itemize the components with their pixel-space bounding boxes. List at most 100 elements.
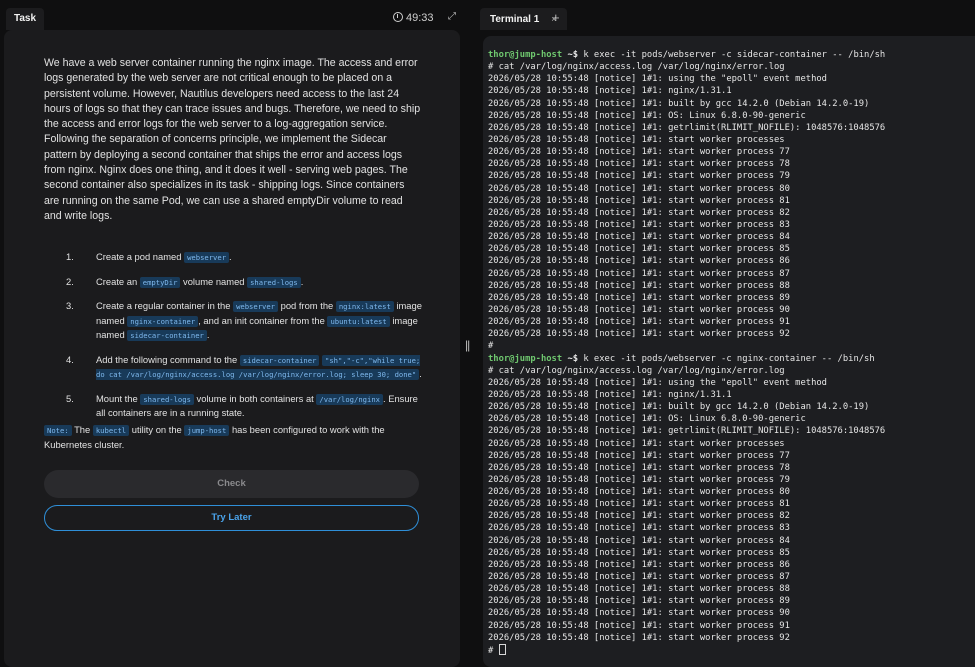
inline-code: emptyDir [139,276,181,288]
inline-code: ubuntu:latest [327,315,390,327]
terminal-line: 2026/05/28 10:55:48 [notice] 1#1: start … [488,183,790,194]
step-number: 5. [66,392,74,404]
inline-code: shared-logs [247,276,301,288]
terminal-line: 2026/05/28 10:55:48 [notice] 1#1: start … [488,134,785,145]
tab-task[interactable]: Task [6,8,45,30]
terminal-line: 2026/05/28 10:55:48 [notice] 1#1: start … [488,232,790,243]
prompt-dir: ~$ [562,353,579,364]
inline-code: jump-host [184,425,230,436]
terminal-line: 2026/05/28 10:55:48 [notice] 1#1: start … [488,462,790,473]
terminal-line: 2026/05/28 10:55:48 [notice] 1#1: nginx/… [488,86,732,97]
step-number: 4. [66,353,74,365]
terminal-line: 2026/05/28 10:55:48 [notice] 1#1: start … [488,244,790,255]
task-step: 1. Create a pod named webserver. [44,250,424,265]
step-text: Add the following command to the sidecar… [96,353,422,380]
terminal-header: Terminal 1 × + [476,0,975,34]
terminal-line: 2026/05/28 10:55:48 [notice] 1#1: start … [488,632,790,643]
terminal-line: 2026/05/28 10:55:48 [notice] 1#1: built … [488,98,870,109]
check-button[interactable]: Check [44,470,419,498]
panel-resize-handle[interactable]: || [465,338,470,352]
task-note: Note: The kubectl utility on the jump-ho… [44,424,385,450]
terminal[interactable]: thor@jump-host ~$ k exec -it pods/webser… [483,36,975,667]
terminal-line: 2026/05/28 10:55:48 [notice] 1#1: start … [488,207,790,218]
inline-code: nginx:latest [335,301,394,312]
inline-code: webserver [184,252,230,263]
step-text: Create a regular container in the webser… [96,300,422,341]
terminal-line: # cat /var/log/nginx/access.log /var/log… [488,365,785,376]
terminal-line: # cat /var/log/nginx/access.log /var/log… [488,62,785,73]
terminal-line: thor@jump-host ~$ k exec -it pods/webser… [488,353,875,364]
step-number: 3. [66,300,74,311]
inline-code: webserver [233,301,279,312]
terminal-line: 2026/05/28 10:55:48 [notice] 1#1: getrli… [488,426,886,437]
terminal-line: 2026/05/28 10:55:48 [notice] 1#1: nginx/… [488,389,732,400]
terminal-line: 2026/05/28 10:55:48 [notice] 1#1: OS: Li… [488,110,806,121]
terminal-line: 2026/05/28 10:55:48 [notice] 1#1: start … [488,584,790,595]
terminal-line: 2026/05/28 10:55:48 [notice] 1#1: start … [488,547,790,558]
task-description: We have a web server container running t… [44,57,421,222]
terminal-line: 2026/05/28 10:55:48 [notice] 1#1: start … [488,317,790,328]
terminal-line: 2026/05/28 10:55:48 [notice] 1#1: start … [488,438,785,449]
inline-code: sidecar-container [239,354,320,366]
task-header: Task 49:33 ⤢ [0,0,470,34]
terminal-line: 2026/05/28 10:55:48 [notice] 1#1: start … [488,450,790,461]
terminal-line: 2026/05/28 10:55:48 [notice] 1#1: OS: Li… [488,414,806,425]
terminal-line: 2026/05/28 10:55:48 [notice] 1#1: start … [488,620,790,631]
terminal-line: # [488,341,494,352]
task-step: 4. Add the following command to the sidec… [44,353,424,382]
terminal-line: 2026/05/28 10:55:48 [notice] 1#1: start … [488,474,790,485]
terminal-line: 2026/05/28 10:55:48 [notice] 1#1: start … [488,523,790,534]
terminal-line: 2026/05/28 10:55:48 [notice] 1#1: start … [488,535,790,546]
terminal-line: 2026/05/28 10:55:48 [notice] 1#1: using … [488,74,827,85]
terminal-line: 2026/05/28 10:55:48 [notice] 1#1: start … [488,268,790,279]
terminal-line: 2026/05/28 10:55:48 [notice] 1#1: start … [488,608,790,619]
step-number: 2. [66,275,74,287]
terminal-line: 2026/05/28 10:55:48 [notice] 1#1: start … [488,487,790,498]
terminal-line: 2026/05/28 10:55:48 [notice] 1#1: start … [488,596,790,607]
terminal-line: # [488,643,885,656]
terminal-line: 2026/05/28 10:55:48 [notice] 1#1: start … [488,329,790,340]
terminal-cursor [498,643,506,655]
try-later-button[interactable]: Try Later [44,505,419,531]
terminal-line: 2026/05/28 10:55:48 [notice] 1#1: start … [488,219,790,230]
stopwatch-icon [393,12,403,22]
task-step: 5. Mount the shared-logs volume in both c… [44,392,424,420]
inline-code: sidecar-container [127,330,207,341]
terminal-line: 2026/05/28 10:55:48 [notice] 1#1: start … [488,159,790,170]
step-text: Mount the shared-logs volume in both con… [96,392,418,419]
task-panel: We have a web server container running t… [4,30,460,667]
terminal-line: 2026/05/28 10:55:48 [notice] 1#1: start … [488,572,790,583]
task-step: 3. Create a regular container in the webs… [44,299,424,343]
prompt-user: thor@jump-host [488,50,563,60]
terminal-line: 2026/05/28 10:55:48 [notice] 1#1: start … [488,559,790,570]
terminal-line: 2026/05/28 10:55:48 [notice] 1#1: start … [488,292,790,303]
expand-icon[interactable]: ⤢ [448,11,456,22]
inline-code: shared-logs [140,393,194,405]
terminal-line: 2026/05/28 10:55:48 [notice] 1#1: start … [488,147,790,158]
step-text: Create a pod named webserver. [96,251,232,263]
task-step: 2. Create an emptyDir volume named shared… [44,275,424,290]
terminal-line: 2026/05/28 10:55:48 [notice] 1#1: getrli… [488,122,886,133]
terminal-line: 2026/05/28 10:55:48 [notice] 1#1: built … [488,402,870,413]
terminal-output: thor@jump-host ~$ k exec -it pods/webser… [488,49,885,656]
terminal-line: 2026/05/28 10:55:48 [notice] 1#1: start … [488,195,790,206]
terminal-line: 2026/05/28 10:55:48 [notice] 1#1: start … [488,256,790,267]
terminal-line: 2026/05/28 10:55:48 [notice] 1#1: start … [488,511,790,522]
terminal-tab-label: Terminal 1 [490,14,540,25]
step-number: 1. [66,251,74,262]
inline-code: kubectl [92,425,130,436]
prompt-user: thor@jump-host [488,353,563,364]
note-label: Note: [44,425,72,436]
terminal-line: 2026/05/28 10:55:48 [notice] 1#1: start … [488,280,790,291]
step-text: Create an emptyDir volume named shared-l… [96,275,304,288]
inline-code: /var/log/nginx [316,393,383,405]
add-terminal-icon[interactable]: + [552,10,560,25]
terminal-line: 2026/05/28 10:55:48 [notice] 1#1: start … [488,499,790,510]
terminal-line: 2026/05/28 10:55:48 [notice] 1#1: using … [488,377,827,388]
terminal-line: 2026/05/28 10:55:48 [notice] 1#1: start … [488,304,790,315]
terminal-line: thor@jump-host ~$ k exec -it pods/webser… [488,50,886,60]
terminal-line: 2026/05/28 10:55:48 [notice] 1#1: start … [488,171,790,182]
task-steps: 1. Create a pod named webserver. 2. Create … [44,250,424,430]
timer-value: 49:33 [406,12,434,24]
timer: 49:33 [393,12,434,24]
